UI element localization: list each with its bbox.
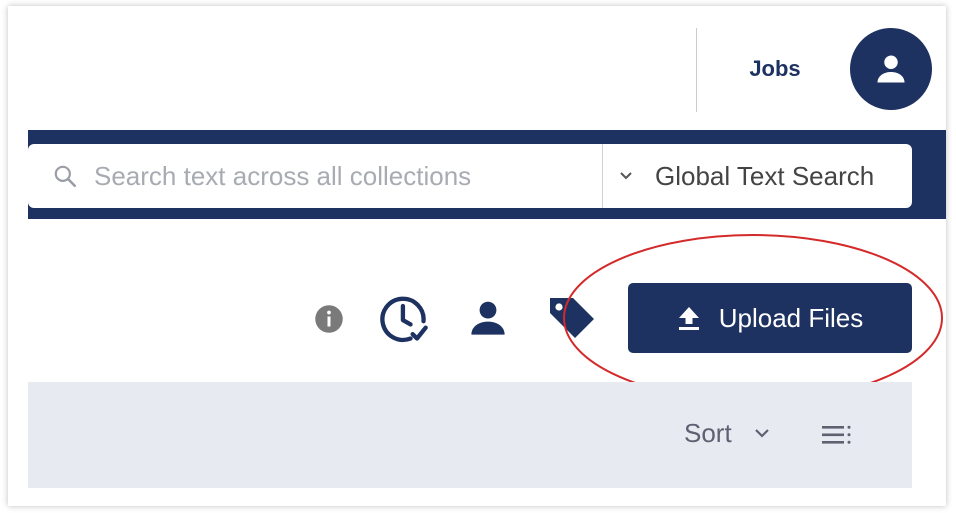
user-icon (877, 55, 905, 83)
tag-icon[interactable] (546, 294, 598, 342)
upload-icon (677, 305, 701, 331)
chevron-down-icon (619, 171, 633, 181)
upload-files-button[interactable]: Upload Files (628, 283, 912, 353)
list-view-icon[interactable] (822, 424, 852, 446)
info-icon[interactable] (312, 302, 346, 336)
search-icon (52, 163, 78, 189)
chevron-down-icon (754, 428, 770, 439)
account-avatar-button[interactable] (850, 28, 932, 110)
list-header-bar (28, 382, 912, 488)
sort-label: Sort (684, 418, 732, 448)
header-divider (696, 28, 697, 112)
global-search-bar: Global Text Search (28, 144, 912, 208)
history-icon[interactable] (377, 292, 431, 346)
sort-dropdown[interactable]: Sort (684, 418, 770, 449)
user-icon[interactable] (466, 296, 510, 340)
search-mode-label: Global Text Search (655, 160, 875, 191)
upload-files-label: Upload Files (718, 302, 864, 333)
jobs-link[interactable]: Jobs (730, 56, 820, 82)
search-mode-dropdown[interactable]: Global Text Search (602, 144, 913, 208)
search-input[interactable] (92, 159, 576, 193)
